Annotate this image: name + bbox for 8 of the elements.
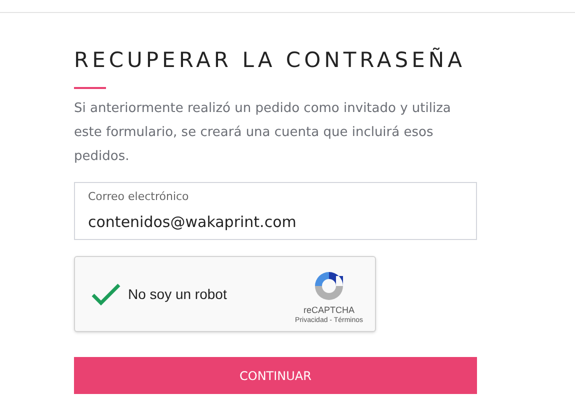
captcha-label: No soy un robot (128, 284, 228, 304)
continue-button[interactable]: CONTINUAR (74, 357, 477, 394)
page-title: RECUPERAR LA CONTRASEÑA (74, 46, 466, 74)
captcha-brand: reCAPTCHA (304, 304, 355, 316)
description: Si anteriormente realizó un pedido como invitado y utiliza este formulario, se creará una cuenta que incluirá esos pedidos. (74, 100, 452, 166)
field-label: Correo electrónico (88, 190, 189, 204)
check-icon (91, 282, 121, 306)
recaptcha-logo-icon (313, 270, 346, 302)
